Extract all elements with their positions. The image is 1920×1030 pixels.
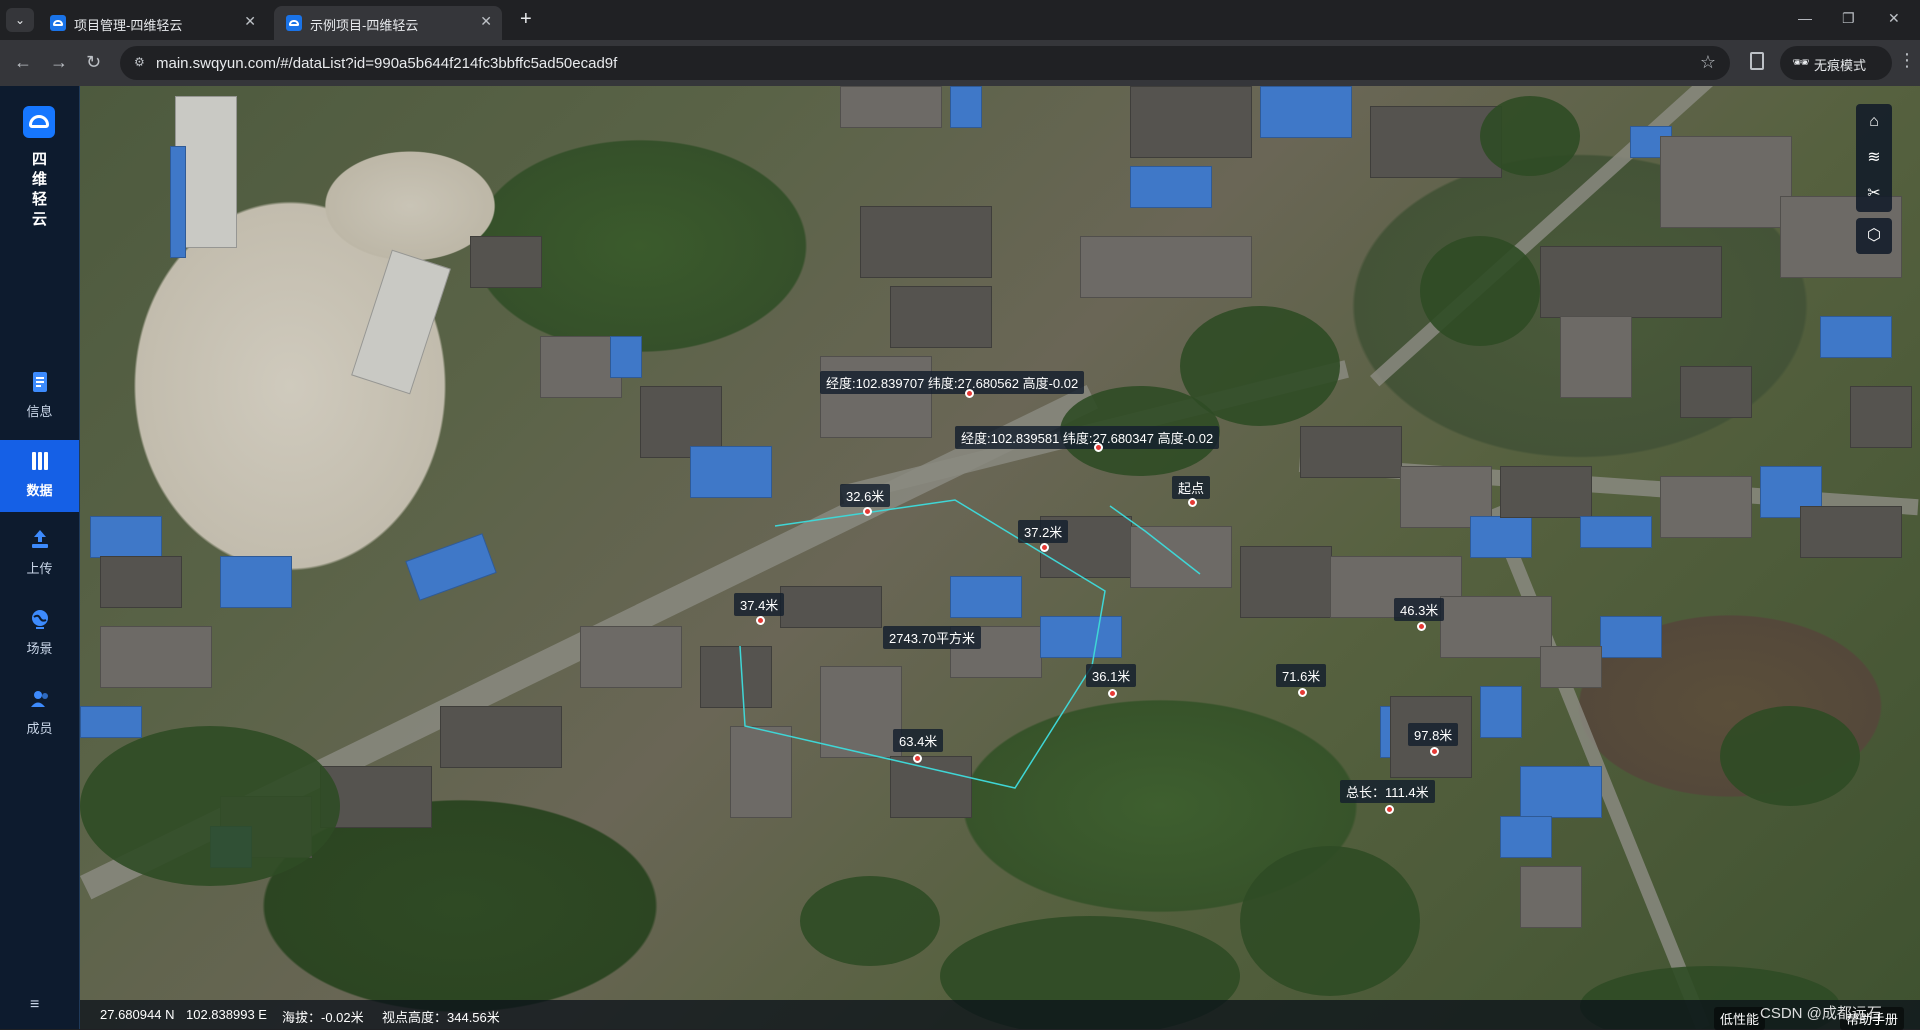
tab-search-button[interactable]: ⌄: [6, 8, 34, 32]
site-info-icon[interactable]: ⚙: [134, 55, 148, 69]
nav-item-label: 信息: [26, 404, 53, 419]
segment-length-label: 63.4米: [893, 729, 944, 752]
segment-length-label: 46.3米: [1394, 598, 1445, 621]
segment-length-label: 37.2米: [1018, 520, 1069, 543]
map-status-bar: 27.680944 N 102.838993 E 海拔：-0.02米 视点高度：…: [80, 1000, 1920, 1030]
latitude-readout: 27.680944 N: [100, 1007, 175, 1022]
nav-item-label: 上传: [26, 561, 53, 576]
close-window-button[interactable]: ✕: [1888, 10, 1900, 27]
side-panel-icon[interactable]: [1750, 52, 1764, 70]
forward-button[interactable]: →: [50, 52, 68, 73]
measure-point[interactable]: [1385, 805, 1394, 814]
measure-point[interactable]: [1040, 543, 1049, 552]
measure-tools-icon[interactable]: ✂: [1856, 176, 1892, 212]
start-point-label: 起点: [1172, 476, 1211, 499]
browser-tab-sample-project[interactable]: 示例项目-四维轻云 ✕: [274, 6, 502, 40]
measure-point[interactable]: [1094, 443, 1103, 452]
nav-item-members[interactable]: 成员: [0, 678, 79, 750]
brand-char: 维: [31, 171, 47, 188]
distance-polyline: [1109, 505, 1201, 575]
segment-length-label: 32.6米: [840, 484, 891, 507]
minimize-window-button[interactable]: —: [1798, 10, 1812, 26]
view-height-readout: 视点高度：344.56米: [382, 1010, 500, 1025]
cube-icon[interactable]: ⬡: [1856, 218, 1892, 254]
measure-point[interactable]: [756, 616, 765, 625]
url-text[interactable]: main.swqyun.com/#/dataList?id=990a5b644f…: [156, 55, 617, 72]
brand-char: 云: [31, 211, 47, 228]
measurement-overlay: [739, 499, 1201, 789]
browser-toolbar: ← → ↻ ⚙ main.swqyun.com/#/dataList?id=99…: [0, 40, 1920, 86]
back-button[interactable]: ←: [14, 52, 32, 73]
home-icon[interactable]: ⌂: [1856, 104, 1892, 140]
longitude-readout: 102.838993 E: [186, 1007, 267, 1022]
brand-name: 四维轻云: [0, 150, 79, 230]
chevron-down-icon: ⌄: [14, 13, 26, 27]
users-icon: [31, 691, 48, 707]
restore-window-button[interactable]: ❐: [1842, 10, 1855, 27]
segment-length-label: 71.6米: [1276, 664, 1327, 687]
close-tab-icon[interactable]: ✕: [244, 13, 256, 30]
measure-point[interactable]: [1298, 688, 1307, 697]
area-label: 2743.70平方米: [883, 626, 981, 649]
nav-item-label: 成员: [26, 721, 53, 736]
altitude-readout: 海拔：-0.02米: [282, 1010, 364, 1025]
total-length-label: 总长：111.4米: [1340, 780, 1435, 803]
brand-char: 轻: [31, 191, 47, 208]
measure-point[interactable]: [1188, 498, 1197, 507]
tab-title: 项目管理-四维轻云: [74, 18, 183, 33]
coordinate-label: 经度:102.839581 纬度:27.680347 高度-0.02: [955, 426, 1220, 449]
incognito-label: 无痕模式: [1814, 58, 1867, 73]
browser-tab-bar: ⌄ 项目管理-四维轻云 ✕ 示例项目-四维轻云 ✕ + — ❐ ✕: [0, 0, 1920, 40]
map-toolbar: ⌂ ≋ ✂ ⬡: [1856, 104, 1896, 254]
incognito-icon: 🕶: [1792, 54, 1810, 70]
measure-point[interactable]: [1108, 689, 1117, 698]
nav-item-data[interactable]: 数据: [0, 440, 79, 512]
segment-length-label: 37.4米: [734, 593, 785, 616]
address-bar[interactable]: ⚙ main.swqyun.com/#/dataList?id=990a5b64…: [120, 46, 1730, 80]
layers-icon[interactable]: ≋: [1856, 140, 1892, 176]
browser-menu-icon[interactable]: ⋮: [1898, 50, 1916, 71]
cloud-favicon-icon: [286, 15, 302, 31]
nav-item-upload[interactable]: 上传: [0, 518, 79, 590]
nav-item-info[interactable]: 信息: [0, 361, 79, 433]
document-icon: [33, 372, 47, 392]
brand-char: 四: [31, 151, 47, 168]
new-tab-button[interactable]: +: [520, 8, 532, 31]
bookmark-star-icon[interactable]: ☆: [1700, 52, 1716, 73]
measure-point[interactable]: [1417, 622, 1426, 631]
measure-point[interactable]: [1430, 747, 1439, 756]
cloud-logo-icon[interactable]: [23, 106, 55, 138]
cloud-favicon-icon: [50, 15, 66, 31]
tab-title: 示例项目-四维轻云: [310, 18, 419, 33]
aerial-map-viewport[interactable]: 经度:102.839707 纬度:27.680562 高度-0.02 经度:10…: [80, 86, 1920, 1029]
measure-point[interactable]: [965, 389, 974, 398]
close-tab-icon[interactable]: ✕: [480, 13, 492, 30]
segment-length-label: 97.8米: [1408, 723, 1459, 746]
performance-button[interactable]: 低性能: [1714, 1007, 1766, 1030]
segment-length-label: 36.1米: [1086, 664, 1137, 687]
measure-point[interactable]: [913, 754, 922, 763]
watermark-text: CSDN @成都远石: [1760, 1005, 1882, 1022]
app-sidebar: 四维轻云 信息 数据 上传 场景 成员 ≡: [0, 86, 80, 1029]
collapse-menu-icon[interactable]: ≡: [30, 996, 39, 1014]
nav-item-label: 场景: [26, 641, 53, 656]
coordinate-label: 经度:102.839707 纬度:27.680562 高度-0.02: [820, 371, 1085, 394]
database-icon: [32, 452, 48, 470]
nav-item-scene[interactable]: 场景: [0, 598, 79, 670]
nav-item-label: 数据: [26, 483, 53, 498]
reload-button[interactable]: ↻: [86, 52, 101, 73]
measure-point[interactable]: [863, 507, 872, 516]
globe-icon: [32, 610, 48, 629]
upload-icon: [32, 530, 48, 548]
browser-tab-project-management[interactable]: 项目管理-四维轻云 ✕: [38, 6, 266, 40]
incognito-badge[interactable]: 🕶 无痕模式: [1780, 46, 1892, 80]
